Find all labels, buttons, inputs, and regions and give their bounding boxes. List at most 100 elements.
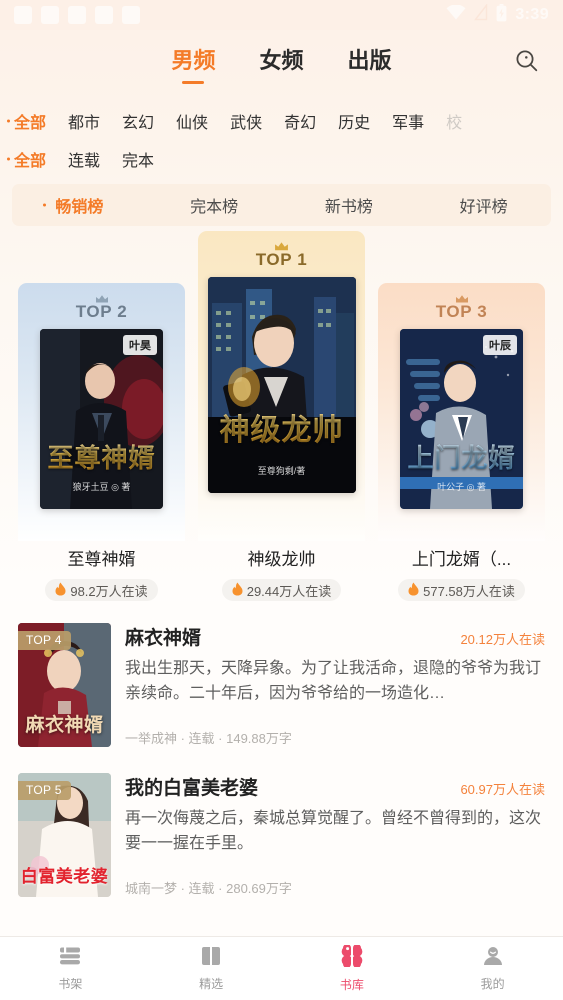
signal-off-icon — [474, 3, 488, 26]
category-filter-row[interactable]: 全部 都市 玄幻 仙侠 武侠 奇幻 历史 军事 校 — [0, 102, 563, 140]
podium-footer-row: 至尊神婿 98.2万人在读 神级龙帅 29.44万人在读 上门龙婿（... 57… — [0, 539, 563, 601]
rank-tab-bar: 畅销榜 完本榜 新书榜 好评榜 — [12, 184, 551, 226]
rank-tab-bestseller[interactable]: 畅销榜 — [12, 193, 147, 217]
nav-label: 我的 — [480, 976, 505, 991]
book-cover[interactable]: TOP 4 麻衣神婿 — [18, 623, 111, 747]
rank-label: TOP 3 — [435, 302, 488, 321]
tab-female-channel[interactable]: 女频 — [259, 43, 303, 84]
rank-badge: TOP 4 — [18, 631, 71, 650]
book-title: 至尊神婿 — [67, 550, 136, 569]
status-chip-all[interactable]: 全部 — [14, 147, 46, 171]
cover-author-badge: 叶昊 — [123, 334, 157, 355]
book-meta: 一举成神 · 连载 · 149.88万字 — [125, 731, 292, 746]
podium-footer-rank2: 至尊神婿 98.2万人在读 — [18, 545, 185, 601]
category-chip-urban[interactable]: 都市 — [68, 109, 100, 133]
status-placeholder-block — [68, 6, 86, 24]
rank-tab-completed[interactable]: 完本榜 — [147, 193, 282, 217]
rank-tab-rating[interactable]: 好评榜 — [416, 193, 551, 217]
rank-badge: TOP 5 — [18, 781, 71, 800]
tab-publishing[interactable]: 出版 — [348, 43, 392, 84]
list-item-header: 我的白富美老婆 60.97万人在读 — [125, 773, 545, 800]
rank-label: TOP 2 — [75, 302, 128, 321]
book-cover[interactable]: 叶辰 上门龙婿 叶公子 ◎ 著 — [400, 328, 523, 509]
readers-badge: 577.58万人在读 — [398, 579, 525, 601]
search-button[interactable] — [507, 43, 547, 83]
category-chip-military[interactable]: 军事 — [392, 109, 424, 133]
podium-section: TOP 2 叶昊 至尊神婿 狼牙土豆 ◎ 著 TOP 1 神级龙帅 至尊狗剩/著… — [0, 226, 563, 541]
nav-item-profile[interactable]: 我的 — [422, 937, 563, 1000]
category-chip-history[interactable]: 历史 — [338, 109, 370, 133]
book-cover[interactable]: 神级龙帅 至尊狗剩/著 — [207, 276, 356, 493]
book-title: 我的白富美老婆 — [125, 778, 259, 799]
cover-title: 麻衣神婿 — [25, 715, 104, 736]
status-placeholder-block — [122, 6, 140, 24]
bookshelf-icon — [58, 946, 82, 971]
cover-subtitle: 狼牙土豆 ◎ 著 — [72, 481, 131, 492]
readers-count: 29.44万人在读 — [246, 583, 332, 599]
book-open-icon — [200, 946, 222, 971]
readers-count: 577.58万人在读 — [423, 583, 515, 599]
status-bar-left-blocks — [14, 6, 140, 24]
book-description: 再一次侮蔑之后，秦城总算觉醒了。曾经不曾得到的，这次要一一握在手里。 — [125, 810, 542, 852]
cover-title: 白富美老婆 — [20, 867, 109, 886]
bottom-navigation: 书架 精选 书库 我的 — [0, 936, 563, 1000]
battery-charging-icon — [496, 3, 507, 27]
readers-badge: 29.44万人在读 — [221, 579, 342, 601]
cover-title: 至尊神婿 — [40, 438, 163, 475]
status-placeholder-block — [14, 6, 32, 24]
rank-label: TOP 1 — [255, 250, 308, 269]
nav-item-library[interactable]: 书库 — [282, 937, 423, 1000]
status-filter-row[interactable]: 全部 连载 完本 — [0, 140, 563, 178]
podium-card-rank3[interactable]: TOP 3 叶辰 上门龙婿 叶公子 ◎ 著 — [378, 283, 545, 541]
category-chip-xianxia[interactable]: 仙侠 — [176, 109, 208, 133]
readers-count: 60.97万人在读 — [460, 782, 545, 797]
readers-count: 98.2万人在读 — [70, 583, 148, 599]
fire-icon — [408, 582, 419, 599]
nav-label: 书架 — [58, 976, 83, 991]
podium-card-rank2[interactable]: TOP 2 叶昊 至尊神婿 狼牙土豆 ◎ 著 — [18, 283, 185, 541]
category-chip-wuxia[interactable]: 武侠 — [230, 109, 262, 133]
readers-badge: 98.2万人在读 — [45, 579, 158, 601]
category-chip-xuanhuan[interactable]: 玄幻 — [122, 109, 154, 133]
podium-footer-rank1: 神级龙帅 29.44万人在读 — [198, 545, 365, 601]
category-chip-fantasy[interactable]: 奇幻 — [284, 109, 316, 133]
tab-male-channel[interactable]: 男频 — [171, 43, 215, 84]
status-placeholder-block — [41, 6, 59, 24]
category-chip-campus[interactable]: 校 — [446, 109, 462, 133]
status-chip-completed[interactable]: 完本 — [122, 147, 154, 171]
search-icon — [514, 48, 540, 79]
list-item[interactable]: TOP 5 白富美老婆 我的白富美老婆 60.97万人在读 再一次侮蔑之后，秦城… — [0, 761, 563, 911]
book-title: 上门龙婿（... — [411, 550, 512, 569]
fire-icon — [55, 582, 66, 599]
wifi-icon — [446, 4, 466, 25]
status-bar: 3:39 — [0, 0, 563, 30]
nav-item-bookshelf[interactable]: 书架 — [0, 937, 141, 1000]
list-item-header: 麻衣神婿 20.12万人在读 — [125, 623, 545, 650]
nav-label: 精选 — [199, 976, 224, 991]
library-clover-icon — [340, 943, 364, 972]
cover-title: 上门龙婿 — [400, 438, 523, 475]
cover-subtitle: 至尊狗剩/著 — [257, 465, 306, 476]
book-title: 神级龙帅 — [247, 550, 316, 569]
list-item-body: 我的白富美老婆 60.97万人在读 再一次侮蔑之后，秦城总算觉醒了。曾经不曾得到… — [125, 773, 545, 897]
status-bar-time: 3:39 — [515, 6, 549, 23]
status-chip-serializing[interactable]: 连载 — [68, 147, 100, 171]
list-item[interactable]: TOP 4 麻衣神婿 麻衣神婿 20.12万人在读 我出生那天，天降异象。为了让… — [0, 611, 563, 761]
header-tabs: 男频 女频 出版 — [171, 43, 391, 84]
filter-section: 全部 都市 玄幻 仙侠 武侠 奇幻 历史 军事 校 全部 连载 完本 — [0, 96, 563, 178]
book-meta: 城南一梦 · 连载 · 280.69万字 — [125, 881, 292, 896]
podium-card-rank1[interactable]: TOP 1 神级龙帅 至尊狗剩/著 — [198, 231, 365, 541]
podium-footer-rank3: 上门龙婿（... 577.58万人在读 — [378, 545, 545, 601]
book-title: 麻衣神婿 — [125, 628, 202, 649]
fire-icon — [232, 582, 243, 599]
book-cover[interactable]: TOP 5 白富美老婆 — [18, 773, 111, 897]
book-description: 我出生那天，天降异象。为了让我活命，退隐的爷爷为我订亲续命。二十年后，因为爷爷给… — [125, 660, 542, 702]
list-item-body: 麻衣神婿 20.12万人在读 我出生那天，天降异象。为了让我活命，退隐的爷爷为我… — [125, 623, 545, 747]
readers-count: 20.12万人在读 — [460, 632, 545, 647]
app-root: 3:39 男频 女频 出版 全部 都市 玄幻 仙侠 武侠 奇幻 历史 军事 校 … — [0, 0, 563, 1000]
category-chip-all[interactable]: 全部 — [14, 109, 46, 133]
book-cover[interactable]: 叶昊 至尊神婿 狼牙土豆 ◎ 著 — [40, 328, 163, 509]
rank-tab-new[interactable]: 新书榜 — [282, 193, 417, 217]
nav-item-featured[interactable]: 精选 — [141, 937, 282, 1000]
cover-title: 神级龙帅 — [208, 405, 356, 449]
